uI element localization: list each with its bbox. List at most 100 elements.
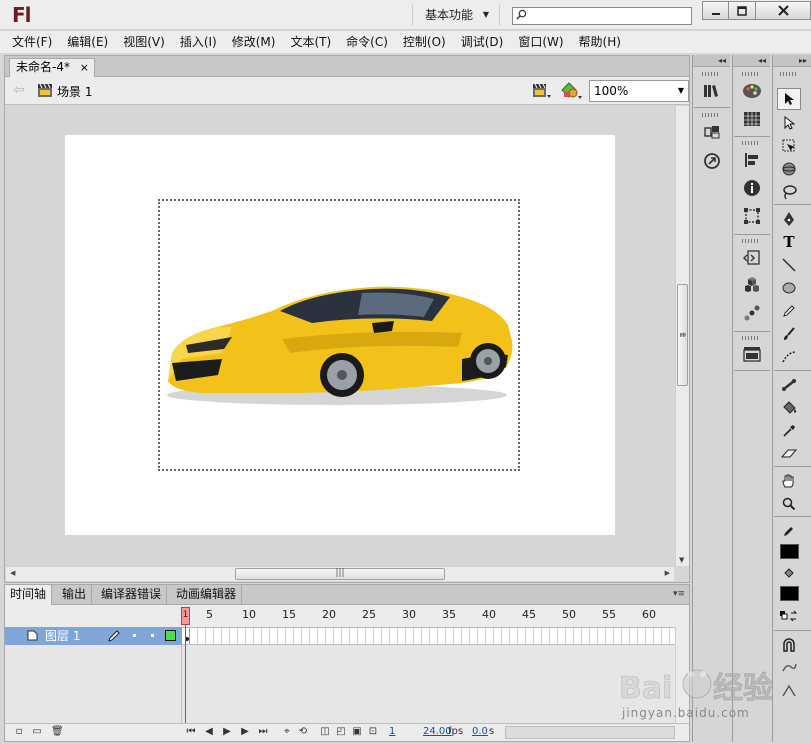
edit-multiple-frames-icon[interactable]: ▣ <box>351 726 363 738</box>
delete-layer-icon[interactable]: 🗑 <box>51 726 64 738</box>
scroll-thumb[interactable]: ≡ <box>677 284 688 386</box>
new-layer-icon[interactable]: ▫ <box>13 726 25 738</box>
go-to-last-frame-icon[interactable]: ⏭ <box>257 726 269 738</box>
collapse-arrows-icon[interactable]: ◂◂ <box>693 55 730 67</box>
oval-tool[interactable] <box>777 277 801 299</box>
step-forward-icon[interactable]: ▶ <box>239 726 251 738</box>
current-frame[interactable]: 1 <box>389 726 395 737</box>
back-arrow-icon[interactable]: ⇦ <box>13 83 27 97</box>
eyedropper-tool[interactable] <box>777 420 801 442</box>
pencil-tool[interactable] <box>777 300 801 322</box>
scroll-right-arrow-icon[interactable]: ▶ <box>665 569 670 577</box>
loop-icon[interactable]: ⟲ <box>297 726 309 738</box>
3d-rotation-tool[interactable] <box>777 158 801 180</box>
bone-tool[interactable] <box>777 374 801 396</box>
yellow-sports-car-image[interactable] <box>162 263 518 423</box>
text-tool[interactable]: T <box>777 231 801 253</box>
menu-control[interactable]: 控制(O) <box>403 31 446 53</box>
scene-panel-button[interactable] <box>740 343 764 365</box>
pen-tool[interactable] <box>777 208 801 230</box>
paint-bucket-tool[interactable] <box>777 397 801 419</box>
layer-row[interactable]: 图层 1 <box>5 627 182 645</box>
lasso-tool[interactable] <box>777 181 801 203</box>
layer-name[interactable]: 图层 1 <box>45 628 80 644</box>
code-snippets-button[interactable] <box>740 247 764 269</box>
swatches-panel-button[interactable] <box>740 108 764 130</box>
close-tab-icon[interactable]: × <box>80 59 89 76</box>
brush-tool[interactable] <box>777 323 801 345</box>
panel-grip[interactable] <box>780 72 798 76</box>
onion-skin-icon[interactable]: ◫ <box>319 726 331 738</box>
play-icon[interactable]: ▶ <box>221 726 233 738</box>
deco-tool[interactable] <box>777 346 801 368</box>
menu-window[interactable]: 窗口(W) <box>518 31 563 53</box>
tab-output[interactable]: 输出 <box>57 585 93 605</box>
modify-markers-icon[interactable]: ⊡ <box>367 726 379 738</box>
panel-menu-icon[interactable]: ▾≡ <box>673 589 685 599</box>
transform-panel-button[interactable] <box>740 205 764 227</box>
panel-grip[interactable] <box>702 113 720 117</box>
movie-explorer-button[interactable] <box>700 150 724 172</box>
align-panel-button[interactable] <box>740 149 764 171</box>
snap-to-objects-button[interactable] <box>777 634 801 656</box>
library-panel-button[interactable] <box>700 80 724 102</box>
panel-grip[interactable] <box>742 141 760 145</box>
new-folder-icon[interactable]: ▭ <box>31 726 43 738</box>
menu-edit[interactable]: 编辑(E) <box>67 31 108 53</box>
minimize-button[interactable] <box>702 1 729 20</box>
onion-outline-icon[interactable]: ◰ <box>335 726 347 738</box>
panel-grip[interactable] <box>742 72 760 76</box>
maximize-button[interactable] <box>729 1 756 20</box>
menu-view[interactable]: 视图(V) <box>123 31 165 53</box>
menu-commands[interactable]: 命令(C) <box>346 31 388 53</box>
free-transform-tool[interactable] <box>777 135 801 157</box>
stroke-color-swatch[interactable] <box>780 544 799 559</box>
panel-grip[interactable] <box>742 239 760 243</box>
panel-grip[interactable] <box>702 72 720 76</box>
collapse-arrows-icon[interactable]: ◂◂ <box>733 55 770 67</box>
zoom-tool[interactable] <box>777 493 801 515</box>
playhead[interactable]: 1 <box>181 607 190 625</box>
menu-help[interactable]: 帮助(H) <box>579 31 621 53</box>
components-panel-button[interactable] <box>700 121 724 143</box>
menu-text[interactable]: 文本(T) <box>290 31 331 53</box>
hand-tool[interactable] <box>777 470 801 492</box>
scene-label[interactable]: 场景 1 <box>57 83 92 100</box>
info-panel-button[interactable] <box>740 177 764 199</box>
components-3d-button[interactable] <box>740 274 764 296</box>
frame-ruler[interactable]: 5 10 15 20 25 30 35 40 45 50 55 60 <box>182 605 689 627</box>
line-tool[interactable] <box>777 254 801 276</box>
bitmap-selection[interactable] <box>158 199 520 471</box>
scroll-down-arrow-icon[interactable]: ▼ <box>679 556 684 564</box>
lock-dot[interactable] <box>151 634 154 637</box>
subselection-tool[interactable] <box>777 112 801 134</box>
document-tab[interactable]: 未命名-4* × <box>9 58 95 77</box>
tab-motion-editor[interactable]: 动画编辑器 <box>171 585 243 605</box>
close-button[interactable] <box>756 1 811 20</box>
scroll-thumb[interactable]: ||| <box>235 568 445 580</box>
frames-row[interactable] <box>182 627 689 645</box>
scroll-left-arrow-icon[interactable]: ◀ <box>10 569 15 577</box>
tab-timeline[interactable]: 时间轴 <box>5 585 53 606</box>
collapse-arrows-icon[interactable]: ▸▸ <box>773 55 811 67</box>
layer-outline-color[interactable] <box>165 630 176 641</box>
stage[interactable] <box>65 135 615 535</box>
pasteboard[interactable] <box>6 106 674 566</box>
workspace-switcher[interactable]: 基本功能 ▼ <box>412 4 500 26</box>
menu-debug[interactable]: 调试(D) <box>461 31 504 53</box>
fill-color-swatch[interactable] <box>780 586 799 601</box>
edit-scene-icon[interactable] <box>532 82 552 100</box>
menu-insert[interactable]: 插入(I) <box>180 31 217 53</box>
help-search-input[interactable] <box>512 7 692 25</box>
menu-file[interactable]: 文件(F) <box>12 31 52 53</box>
step-back-icon[interactable]: ◀ <box>203 726 215 738</box>
menu-modify[interactable]: 修改(M) <box>232 31 276 53</box>
eraser-tool[interactable] <box>777 443 801 465</box>
panel-grip[interactable] <box>742 336 760 340</box>
stage-horizontal-scrollbar[interactable]: ◀ ||| ▶ <box>6 566 674 581</box>
zoom-select[interactable]: 100% ▼ <box>589 80 689 102</box>
swap-colors-button[interactable] <box>777 605 801 627</box>
edit-symbols-icon[interactable] <box>561 82 583 100</box>
color-panel-button[interactable] <box>740 80 764 102</box>
visibility-dot[interactable] <box>133 634 136 637</box>
